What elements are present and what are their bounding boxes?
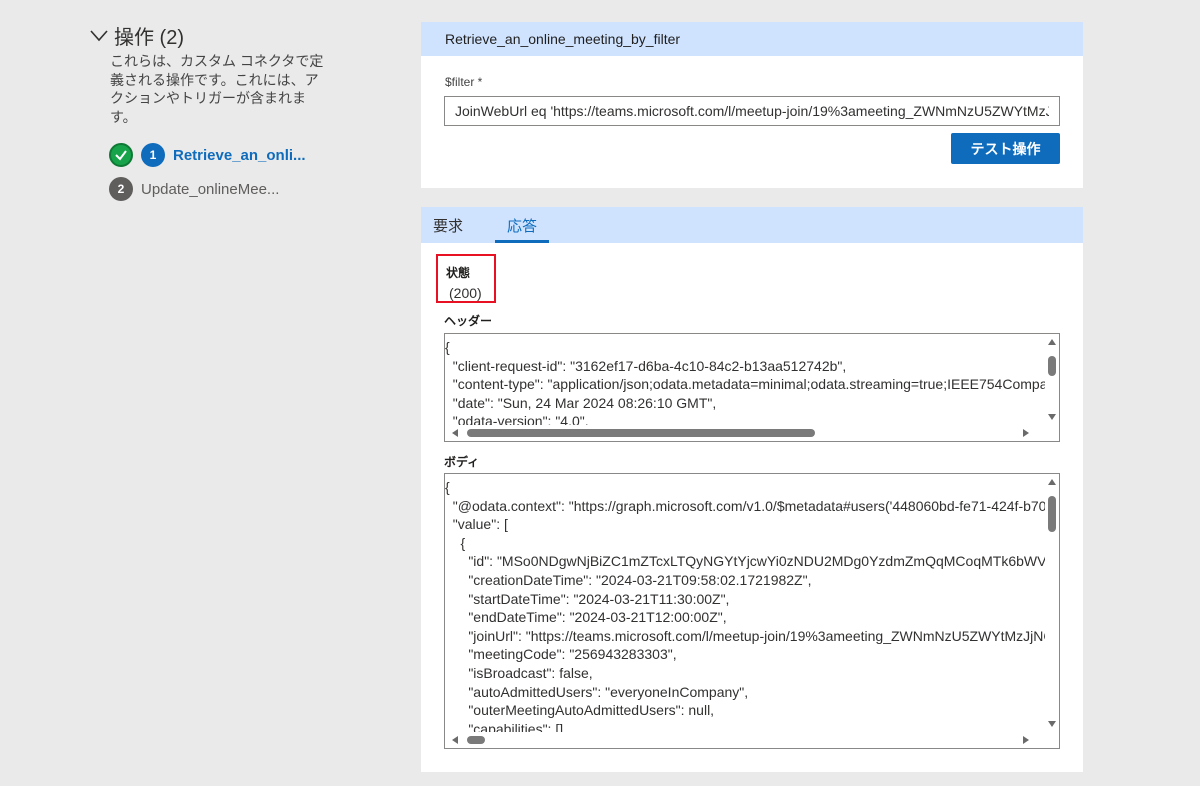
operations-section-title: 操作 (2) [114,26,184,49]
headers-vertical-thumb[interactable] [1048,356,1056,376]
code-line: "autoAdmittedUsers": "everyoneInCompany"… [445,683,749,700]
operations-panel: 操作 (2) これらは、カスタム コネクタで定義される操作です。これには、アクシ… [88,22,328,208]
scroll-up-icon[interactable] [1048,339,1056,345]
body-code-lines: { "@odata.context": "https://graph.micro… [445,474,1045,732]
code-line: "capabilities": [], [445,720,567,732]
headers-horizontal-scrollbar[interactable] [445,425,1045,441]
status-highlight-box: 状態 (200) [436,254,496,303]
operation-number-1: 1 [141,143,165,167]
code-line: "isBroadcast": false, [445,664,593,681]
operation-number-2: 2 [109,177,133,201]
headers-vertical-scrollbar[interactable] [1045,334,1059,425]
code-line: { [445,534,466,551]
body-vertical-thumb[interactable] [1048,496,1056,532]
body-vertical-scrollbar[interactable] [1045,474,1059,732]
operations-list: 1 Retrieve_an_onli... 2 Update_onlineMee… [88,140,328,204]
completed-check-icon [109,143,133,167]
body-label: ボディ [444,455,480,469]
code-line: { [445,479,450,495]
code-line: "client-request-id": "3162ef17-d6ba-4c10… [445,357,847,374]
check-icon [115,150,127,161]
body-horizontal-scrollbar[interactable] [445,732,1045,748]
chevron-down-icon [90,30,108,42]
operation-label-2: Update_onlineMee... [141,180,280,198]
headers-horizontal-thumb[interactable] [467,429,815,437]
test-operation-button[interactable]: テスト操作 [951,133,1060,164]
code-line: { [445,339,450,355]
scroll-right-icon[interactable] [1023,736,1029,744]
response-card: 要求 応答 状態 (200) ヘッダー { "client-request-id… [421,207,1083,772]
operations-description: これらは、カスタム コネクタで定義される操作です。これには、アクションやトリガー… [110,53,324,125]
scroll-right-icon[interactable] [1023,429,1029,437]
body-horizontal-thumb[interactable] [467,736,485,744]
operation-item-2[interactable]: 2 Update_onlineMee... [88,174,328,204]
tab-response[interactable]: 応答 [495,207,550,243]
scroll-left-icon[interactable] [452,736,458,744]
code-line: "id": "MSo0NDgwNjBiZC1mZTcxLTQyNGYtYjcwY… [445,553,1045,570]
code-line: "@odata.context": "https://graph.microso… [445,497,1045,514]
code-line: "joinUrl": "https://teams.microsoft.com/… [445,627,1045,644]
scroll-up-icon[interactable] [1048,479,1056,485]
operations-section-toggle[interactable]: 操作 (2) [88,22,328,49]
body-code-box[interactable]: { "@odata.context": "https://graph.micro… [444,473,1060,749]
status-label: 状態 [446,266,471,280]
filter-label: $filter * [445,75,483,89]
response-tabs: 要求 応答 [421,207,1083,243]
code-line: "endDateTime": "2024-03-21T12:00:00Z", [445,609,727,626]
code-line: "value": [ [445,516,508,533]
code-line: "date": "Sun, 24 Mar 2024 08:26:10 GMT", [445,394,717,411]
code-line: "meetingCode": "256943283303", [445,646,677,663]
filter-input[interactable] [444,96,1060,126]
code-line: "startDateTime": "2024-03-21T11:30:00Z", [445,590,730,607]
scroll-down-icon[interactable] [1048,721,1056,727]
scroll-down-icon[interactable] [1048,414,1056,420]
code-line: "content-type": "application/json;odata.… [445,376,1045,393]
headers-code-lines: { "client-request-id": "3162ef17-d6ba-4c… [445,334,1045,425]
code-line: "odata-version": "4.0", [445,413,589,425]
scroll-left-icon[interactable] [452,429,458,437]
status-value: (200) [449,285,482,301]
operation-label-1: Retrieve_an_onli... [173,146,306,164]
operation-item-1[interactable]: 1 Retrieve_an_onli... [88,140,328,170]
headers-code-box[interactable]: { "client-request-id": "3162ef17-d6ba-4c… [444,333,1060,442]
headers-label: ヘッダー [444,314,493,328]
operation-card: Retrieve_an_online_meeting_by_filter $fi… [421,22,1083,188]
code-line: "outerMeetingAutoAdmittedUsers": null, [445,702,715,719]
operation-title: Retrieve_an_online_meeting_by_filter [421,22,1083,56]
code-line: "creationDateTime": "2024-03-21T09:58:02… [445,571,812,588]
tab-request[interactable]: 要求 [421,207,475,243]
